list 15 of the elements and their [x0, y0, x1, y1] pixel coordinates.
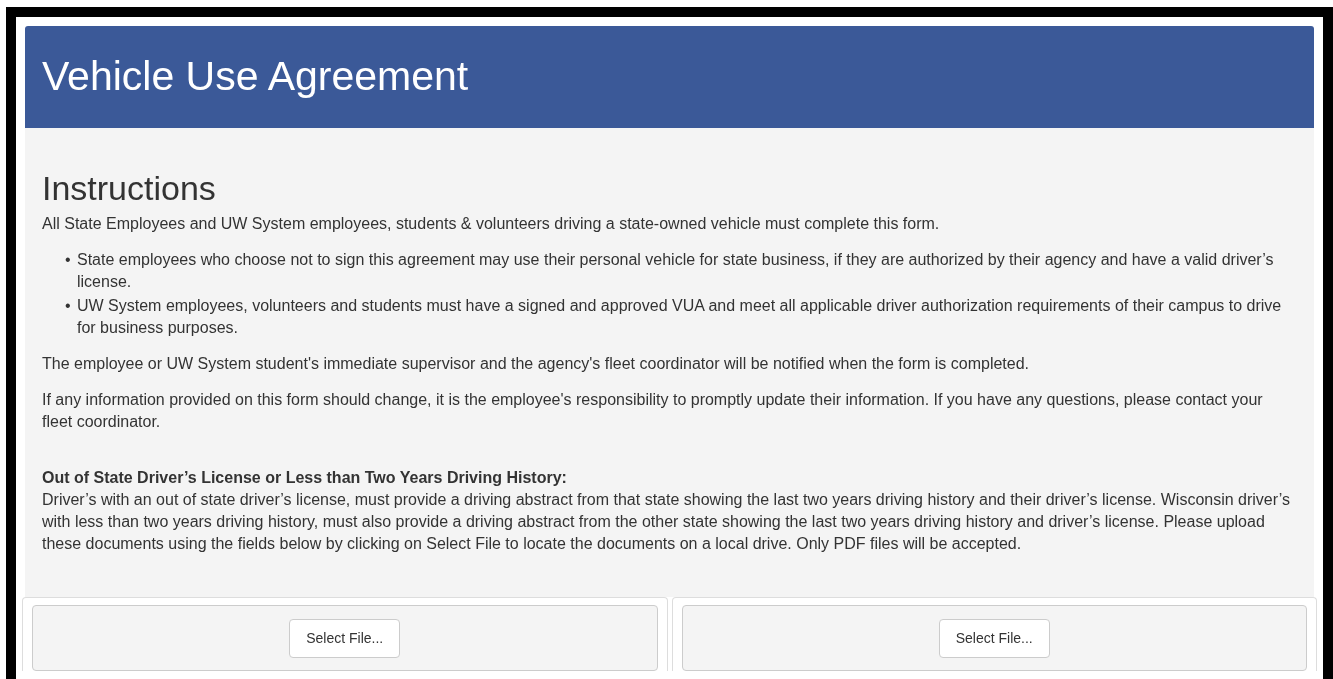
upload-dropzone[interactable]: Select File... [681, 605, 1307, 671]
paragraph: The employee or UW System student's immediate supervisor and the agency's fleet coordinator will be notified when the form is completed. [42, 354, 1031, 374]
select-file-button[interactable]: Select File... [289, 618, 401, 658]
page-title: Vehicle Use Agreement [42, 54, 469, 100]
subsection-heading: Out of State Driver’s License or Less than Two Years Driving History: [42, 468, 568, 488]
intro-text: All State Employees and UW System employees, students & volunteers driving a state-owned vehicle must complete this form. [42, 214, 941, 234]
bullet-marker: • [65, 250, 72, 270]
select-file-button[interactable]: Select File... [938, 618, 1050, 658]
section-heading: Instructions [42, 170, 217, 206]
bullet-marker: • [65, 296, 72, 316]
requirements-text: Driver’s with an out of state driver’s license, must provide a driving abstract from that state showing the last two years driving history and their driver’s license. Wisconsin driver’s with less than two years driving history, must also provide a driving abstract from the other state showing the last two years driving history and driver’s license. Please upload these documents using the fields below by clicking on Select File to locate the documents on a local drive. Only PDF files will be accepted. [42, 490, 1291, 554]
bullet-item: State employees who choose not to sign this agreement may use their personal vehicle for state business, if they are authorized by their agency and have a valid driver’s license. [77, 250, 1275, 292]
paragraph: If any information provided on this form should change, it is the employee's responsibility to promptly update their information. If you have any questions, please contact your fleet coordinator. [42, 390, 1264, 432]
upload-dropzone[interactable]: Select File... [32, 605, 658, 671]
bullet-item: UW System employees, volunteers and students must have a signed and approved VUA and meet all applicable driver authorization requirements of their campus to drive for business purposes. [77, 296, 1283, 338]
